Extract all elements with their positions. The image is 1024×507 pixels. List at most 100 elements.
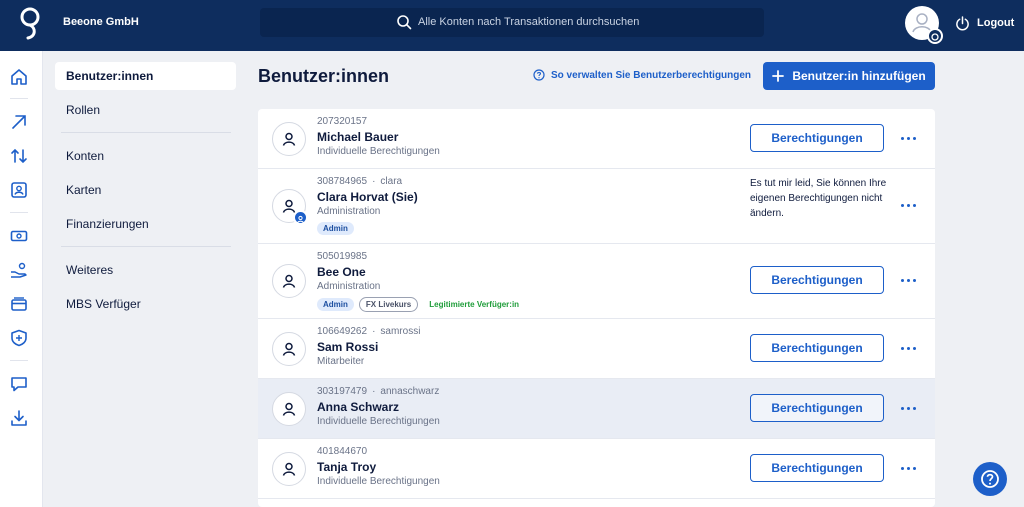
help-link[interactable]: So verwalten Sie Benutzerberechtigungen <box>533 69 751 81</box>
search-icon <box>397 15 412 30</box>
subnav-item-accounts[interactable]: Konten <box>55 142 236 170</box>
banknote-icon[interactable] <box>10 227 28 245</box>
user-meta: 106649262 · samrossi <box>317 326 421 337</box>
user-role: Administration <box>317 281 381 292</box>
user-role: Mitarbeiter <box>317 356 365 367</box>
cards-icon[interactable] <box>10 295 28 313</box>
subnav-item-cards[interactable]: Karten <box>55 176 236 204</box>
cannot-edit-message: Es tut mir leid, Sie können Ihre eigenen… <box>750 178 887 219</box>
user-icon <box>282 132 296 146</box>
user-meta: 207320157 <box>317 116 367 127</box>
subnav-item-mbs[interactable]: MBS Verfüger <box>55 290 236 318</box>
user-name: Clara Horvat (Sie) <box>317 190 418 204</box>
user-name: Sam Rossi <box>317 340 379 354</box>
subnav-divider <box>61 132 231 133</box>
user-icon <box>282 342 296 356</box>
rail-divider <box>10 98 28 99</box>
user-avatar <box>272 122 306 156</box>
more-options-icon[interactable] <box>901 467 917 471</box>
chat-icon[interactable] <box>10 375 28 393</box>
help-icon <box>981 470 999 488</box>
user-icon <box>282 274 296 288</box>
user-meta: 303197479 · annaschwarz <box>317 386 440 397</box>
user-role: Individuelle Berechtigungen <box>317 476 440 487</box>
admin-tag: Admin <box>317 222 354 235</box>
user-role: Individuelle Berechtigungen <box>317 416 440 427</box>
user-username: samrossi <box>380 326 421 337</box>
user-role: Individuelle Berechtigungen <box>317 146 440 157</box>
user-avatar <box>272 392 306 426</box>
subnav-divider <box>61 246 231 247</box>
contact-card-icon[interactable] <box>10 181 28 199</box>
subnav-item-users[interactable]: Benutzer:innen <box>55 62 236 90</box>
user-id: 207320157 <box>317 116 368 127</box>
admin-tag: Admin <box>317 298 354 311</box>
user-row[interactable]: 505019985 Bee One Administration Admin F… <box>258 244 935 319</box>
help-icon <box>533 69 545 81</box>
user-id: 308784965 <box>317 176 368 187</box>
user-avatar <box>272 332 306 366</box>
user-role: Administration <box>317 206 381 217</box>
user-row[interactable]: 401844670 Tanja Troy Individuelle Berech… <box>258 439 935 499</box>
more-options-icon[interactable] <box>901 347 917 351</box>
help-link-label: So verwalten Sie Benutzerberechtigungen <box>551 69 752 81</box>
user-name: Tanja Troy <box>317 460 377 474</box>
legitimated-tag: Legitimierte Verfüger:in <box>423 298 526 311</box>
top-bar: Beeone GmbH Alle Konten nach Transaktion… <box>0 0 1024 51</box>
power-icon <box>956 15 969 30</box>
user-row[interactable]: 303197479 · annaschwarz Anna Schwarz Indiv… <box>258 379 935 439</box>
settings-badge-icon[interactable] <box>927 28 943 44</box>
user-row[interactable]: 106649262 · samrossi Sam Rossi Mitarbeiter… <box>258 319 935 379</box>
user-username: clara <box>380 176 403 187</box>
logout-button[interactable]: Logout <box>955 15 1014 31</box>
user-row[interactable]: 207320157 Michael Bauer Individuelle Ber… <box>258 109 935 169</box>
user-list: 207320157 Michael Bauer Individuelle Ber… <box>258 109 935 507</box>
subnav-item-financing[interactable]: Finanzierungen <box>55 210 236 238</box>
page-title: Benutzer:innen <box>258 66 390 86</box>
user-avatar <box>272 264 306 298</box>
search-input[interactable]: Alle Konten nach Transaktionen durchsuch… <box>260 8 764 37</box>
user-id: 303197479 <box>317 386 368 397</box>
user-icon <box>282 402 296 416</box>
more-options-icon[interactable] <box>901 279 917 283</box>
user-tags: Admin FX Livekurs Legitimierte Verfüger:… <box>317 297 526 312</box>
user-meta: 401844670 <box>317 446 367 457</box>
download-icon[interactable] <box>10 409 28 427</box>
user-id: 401844670 <box>317 446 368 457</box>
add-user-label: Benutzer:in hinzufügen <box>792 69 926 83</box>
user-row[interactable]: 308784965 · clara Clara Horvat (Sie) Admin… <box>258 169 935 244</box>
user-name: Bee One <box>317 265 366 279</box>
logout-label: Logout <box>977 17 1015 29</box>
icon-rail <box>0 51 43 507</box>
permissions-button[interactable]: Berechtigungen <box>750 334 884 362</box>
permissions-button[interactable]: Berechtigungen <box>750 454 884 482</box>
rail-divider <box>10 212 28 213</box>
permissions-button[interactable]: Berechtigungen <box>750 266 884 294</box>
permissions-button[interactable]: Berechtigungen <box>750 124 884 152</box>
subnav-item-more[interactable]: Weiteres <box>55 256 236 284</box>
user-icon <box>282 462 296 476</box>
transfer-icon[interactable] <box>10 147 28 165</box>
user-meta: 308784965 · clara <box>317 176 403 187</box>
rail-divider <box>10 360 28 361</box>
shield-icon[interactable] <box>10 329 28 347</box>
plus-icon <box>772 70 785 82</box>
user-avatar <box>272 452 306 486</box>
user-username: annaschwarz <box>380 386 440 397</box>
subnav-item-roles[interactable]: Rollen <box>55 96 236 124</box>
more-options-icon[interactable] <box>901 137 917 141</box>
permissions-button[interactable]: Berechtigungen <box>750 394 884 422</box>
more-options-icon[interactable] <box>901 407 917 411</box>
user-meta: 505019985 <box>317 251 367 262</box>
add-user-button[interactable]: Benutzer:in hinzufügen <box>763 62 935 90</box>
home-icon[interactable] <box>10 68 28 86</box>
more-options-icon[interactable] <box>901 204 917 208</box>
search-placeholder: Alle Konten nach Transaktionen durchsuch… <box>418 16 640 28</box>
beeone-logo-icon[interactable] <box>18 6 42 40</box>
admin-badge-icon <box>293 210 308 225</box>
help-fab-button[interactable] <box>973 462 1007 496</box>
hand-coin-icon[interactable] <box>10 261 28 279</box>
arrow-up-right-icon[interactable] <box>10 113 28 131</box>
user-id: 505019985 <box>317 251 368 262</box>
company-name: Beeone GmbH <box>63 16 139 28</box>
